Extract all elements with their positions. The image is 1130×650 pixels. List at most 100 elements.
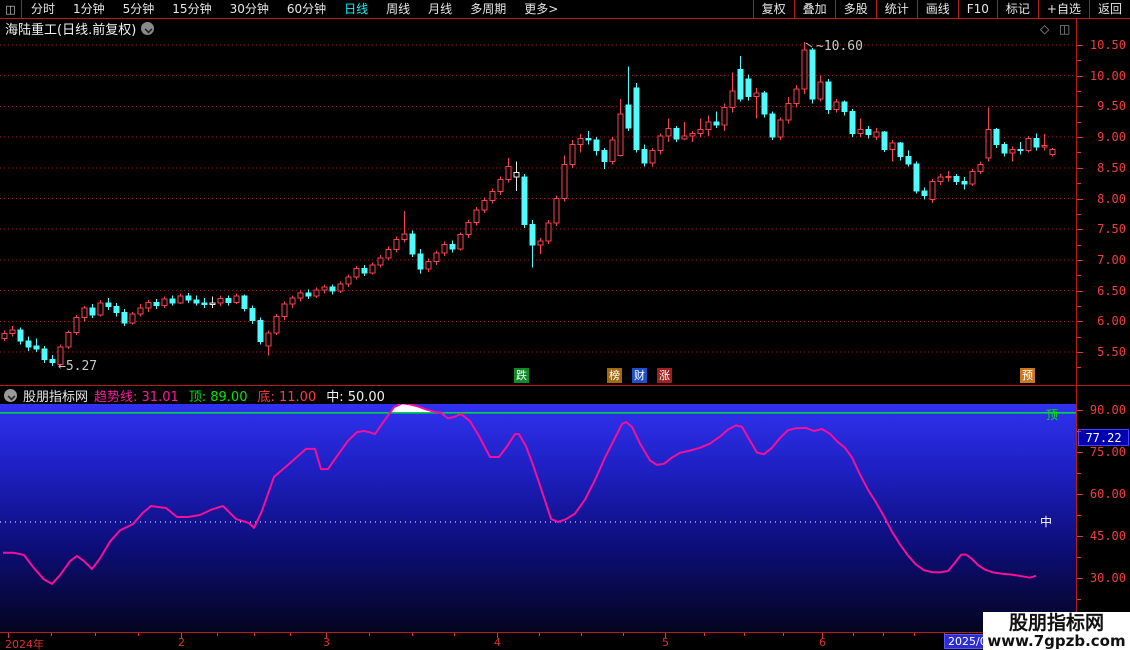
time-tick bbox=[412, 633, 413, 636]
candle bbox=[745, 74, 752, 101]
period-tab[interactable]: 多周期 bbox=[461, 0, 515, 18]
collapse-chevron-icon[interactable] bbox=[4, 388, 17, 402]
time-axis[interactable]: 2024年 2 3 4 5 6 2025/0 bbox=[0, 632, 1130, 650]
candle bbox=[65, 330, 72, 349]
axis-tick bbox=[1077, 121, 1081, 123]
time-tick bbox=[581, 633, 582, 636]
price-tick-label: 9.00 bbox=[1097, 130, 1126, 145]
period-tab[interactable]: 周线 bbox=[377, 0, 419, 18]
candle bbox=[177, 293, 184, 305]
toolbar-button[interactable]: +自选 bbox=[1037, 0, 1089, 18]
candle bbox=[793, 84, 800, 108]
time-tick bbox=[539, 633, 540, 636]
candle bbox=[529, 219, 536, 268]
time-tick bbox=[8, 633, 9, 638]
candle bbox=[225, 295, 232, 306]
indicator-tick-label: 30.00 bbox=[1089, 571, 1126, 585]
axis-tick bbox=[1077, 336, 1081, 338]
candle bbox=[417, 248, 424, 274]
period-tab[interactable]: 5分钟 bbox=[114, 0, 164, 18]
selected-candle bbox=[209, 296, 216, 308]
candle bbox=[73, 315, 80, 335]
indicator-tick-label: 45.00 bbox=[1089, 529, 1126, 543]
diamond-icon[interactable]: ◇ bbox=[1040, 22, 1049, 36]
candle bbox=[457, 232, 464, 251]
toolbar-button[interactable]: 叠加 bbox=[793, 0, 835, 18]
candle bbox=[281, 301, 288, 321]
low-price-annotation: ←5.27 bbox=[58, 359, 97, 374]
candle bbox=[505, 157, 512, 183]
chevron-down-icon[interactable] bbox=[141, 22, 155, 35]
period-tab[interactable]: 60分钟 bbox=[278, 0, 335, 18]
toolbar-button[interactable]: 统计 bbox=[875, 0, 917, 18]
time-tick bbox=[290, 633, 291, 636]
candle bbox=[577, 134, 584, 153]
indicator-tick-label: 90.00 bbox=[1089, 403, 1126, 417]
time-tick bbox=[138, 633, 139, 636]
candle bbox=[1025, 135, 1032, 153]
time-tick bbox=[326, 633, 327, 638]
candle bbox=[761, 91, 768, 118]
candle bbox=[785, 97, 792, 124]
period-tab[interactable]: 30分钟 bbox=[221, 0, 278, 18]
candle bbox=[129, 312, 136, 325]
candle bbox=[985, 107, 992, 162]
candle bbox=[377, 254, 384, 268]
price-tick-label: 10.50 bbox=[1089, 38, 1126, 52]
marker-badge[interactable]: 财 bbox=[632, 368, 647, 383]
candle bbox=[1, 330, 8, 341]
period-tab[interactable]: 月线 bbox=[419, 0, 461, 18]
trend-indicator-panel[interactable] bbox=[0, 404, 1076, 632]
candle bbox=[257, 317, 264, 345]
candle bbox=[1009, 146, 1016, 162]
indicator-site-name: 股朋指标网 bbox=[23, 389, 89, 405]
candle bbox=[433, 250, 440, 265]
price-tick-label: 6.50 bbox=[1097, 283, 1126, 298]
marker-badge[interactable]: 跌 bbox=[514, 368, 529, 383]
candle bbox=[721, 103, 728, 131]
candle bbox=[1033, 133, 1040, 151]
axis-tick bbox=[1077, 275, 1081, 277]
marker-badge[interactable]: 预 bbox=[1020, 368, 1035, 383]
candle bbox=[1049, 148, 1056, 157]
toolbar-button[interactable]: 复权 bbox=[752, 0, 794, 18]
candle bbox=[137, 304, 144, 317]
period-tab[interactable]: 1分钟 bbox=[64, 0, 114, 18]
candle bbox=[689, 130, 696, 143]
marker-badge[interactable]: 榜 bbox=[607, 368, 622, 383]
candle bbox=[41, 345, 48, 364]
candle bbox=[713, 111, 720, 128]
toolbar-button[interactable]: 多股 bbox=[834, 0, 876, 18]
toolbar-button[interactable]: 标记 bbox=[996, 0, 1038, 18]
time-tick bbox=[369, 633, 370, 636]
period-tab[interactable]: 15分钟 bbox=[163, 0, 220, 18]
candle bbox=[833, 99, 840, 113]
toolbar-button[interactable]: 返回 bbox=[1088, 0, 1130, 18]
period-tab[interactable]: 日线 bbox=[335, 0, 377, 18]
candle bbox=[321, 284, 328, 294]
toolbar-button[interactable]: 画线 bbox=[916, 0, 958, 18]
toolbar-button[interactable]: F10 bbox=[957, 0, 997, 18]
candle bbox=[969, 169, 976, 187]
time-tick bbox=[704, 633, 705, 636]
chart-title-bar: 海陆重工(日线.前复权) bbox=[0, 19, 155, 38]
candle bbox=[1041, 134, 1048, 151]
candle bbox=[585, 130, 592, 145]
time-tick bbox=[51, 633, 52, 636]
window-split-icon[interactable]: ◫ bbox=[0, 0, 22, 18]
time-tick bbox=[254, 633, 255, 636]
candle bbox=[953, 173, 960, 185]
candle bbox=[673, 126, 680, 143]
marker-badge[interactable]: 涨 bbox=[657, 368, 672, 383]
window-icon[interactable]: ◫ bbox=[1059, 22, 1070, 36]
axis-tick bbox=[1077, 229, 1083, 231]
candle bbox=[353, 266, 360, 280]
trading-app-window: ◫ 分时 1分钟 5分钟 15分钟 30分钟 60分钟 日线 周线 月线 多周期 更多> 复权 叠加多… bbox=[0, 0, 1130, 650]
period-tab[interactable]: 更多> bbox=[515, 0, 567, 18]
candle bbox=[9, 326, 16, 337]
candle bbox=[769, 111, 776, 141]
candle bbox=[961, 177, 968, 190]
period-tab[interactable]: 分时 bbox=[22, 0, 64, 18]
candlestick-chart[interactable]: ←5.27 ~10.60 bbox=[0, 38, 1076, 386]
axis-tick bbox=[1077, 599, 1081, 600]
